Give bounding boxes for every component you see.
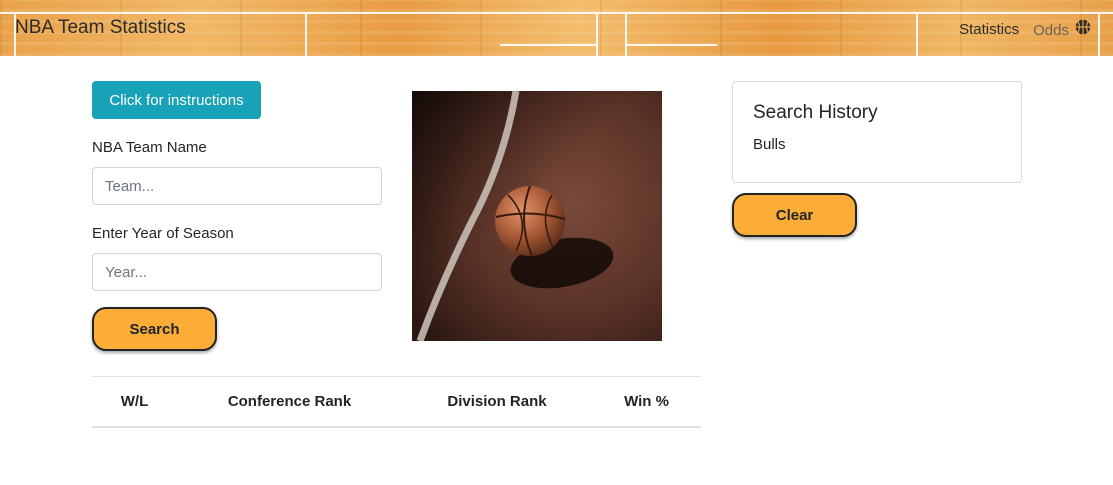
column-header-division-rank: Division Rank <box>402 376 592 428</box>
nav-link-statistics[interactable]: Statistics <box>959 21 1019 38</box>
search-history-card: Search History Bulls <box>732 81 1022 183</box>
court-line <box>916 14 918 56</box>
nav-link-odds[interactable]: Odds <box>1033 19 1091 39</box>
brand-title[interactable]: NBA Team Statistics <box>15 17 186 39</box>
court-line <box>625 14 627 56</box>
table-header-row: W/L Conference Rank Division Rank Win % <box>92 376 701 428</box>
year-label: Enter Year of Season <box>92 225 234 242</box>
basketball-photo-svg <box>412 91 662 341</box>
history-item[interactable]: Bulls <box>753 136 1001 153</box>
clear-button[interactable]: Clear <box>732 193 857 237</box>
stats-table: W/L Conference Rank Division Rank Win % <box>92 376 701 428</box>
court-line <box>596 14 598 56</box>
court-line <box>500 44 596 46</box>
nav-links: Statistics Odds <box>959 19 1091 39</box>
column-header-conference-rank: Conference Rank <box>177 376 402 428</box>
column-header-win-pct: Win % <box>592 376 701 428</box>
basketball-icon <box>1075 19 1091 35</box>
court-line <box>627 44 717 46</box>
court-line <box>305 14 307 56</box>
basketball-court-photo <box>412 91 662 341</box>
court-line <box>1098 14 1100 56</box>
search-history-title: Search History <box>753 102 878 123</box>
nav-link-odds-label: Odds <box>1033 22 1069 39</box>
instructions-button[interactable]: Click for instructions <box>92 81 261 119</box>
column-header-wl: W/L <box>92 376 177 428</box>
court-line <box>0 12 1113 14</box>
team-name-label: NBA Team Name <box>92 139 207 156</box>
navbar: NBA Team Statistics Statistics Odds <box>0 0 1113 56</box>
year-input[interactable] <box>92 253 382 291</box>
team-input[interactable] <box>92 167 382 205</box>
search-button[interactable]: Search <box>92 307 217 351</box>
